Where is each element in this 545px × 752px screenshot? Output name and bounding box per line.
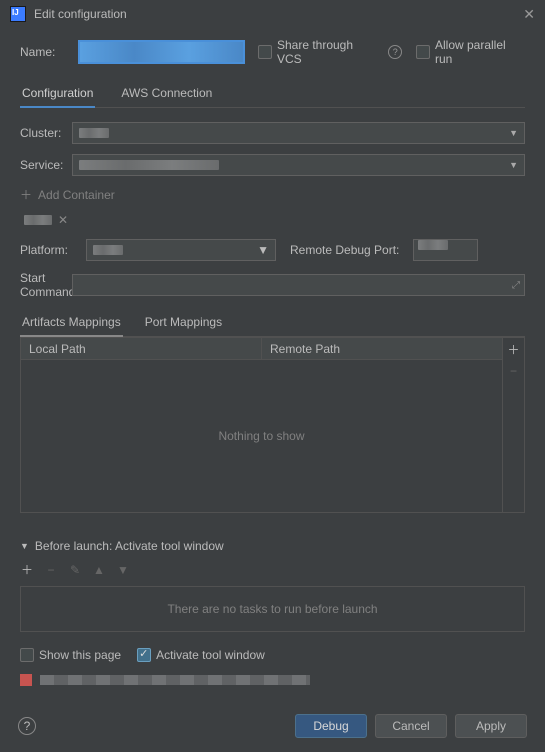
titlebar: Edit configuration ✕	[0, 0, 545, 28]
tab-configuration[interactable]: Configuration	[20, 80, 95, 108]
activate-window-checkbox[interactable]: Activate tool window	[137, 648, 265, 662]
allow-parallel-checkbox[interactable]: Allow parallel run	[416, 38, 525, 66]
before-launch-label: Before launch: Activate tool window	[35, 539, 224, 553]
task-list: There are no tasks to run before launch	[20, 586, 525, 632]
table-add-button[interactable]: ＋	[503, 338, 524, 360]
col-remote-path: Remote Path	[262, 338, 502, 359]
error-text	[40, 675, 310, 685]
cancel-button[interactable]: Cancel	[375, 714, 447, 738]
tab-port-mappings[interactable]: Port Mappings	[143, 309, 224, 336]
col-local-path: Local Path	[21, 338, 262, 359]
platform-dropdown[interactable]: ▼	[86, 239, 276, 261]
container-name	[24, 215, 52, 225]
show-page-label: Show this page	[39, 648, 121, 662]
close-icon[interactable]: ✕	[58, 213, 68, 227]
task-remove-button: −	[44, 563, 58, 577]
task-down-button: ▼	[116, 563, 130, 577]
window-title: Edit configuration	[34, 7, 523, 21]
task-up-button: ▲	[92, 563, 106, 577]
task-edit-button: ✎	[68, 563, 82, 577]
remote-port-input[interactable]	[413, 239, 478, 261]
main-tabs: Configuration AWS Connection	[20, 76, 525, 108]
mapping-tabs: Artifacts Mappings Port Mappings	[20, 309, 525, 337]
share-vcs-checkbox[interactable]: Share through VCS ?	[258, 38, 402, 66]
before-launch-toolbar: ＋ − ✎ ▲ ▼	[20, 561, 525, 578]
platform-label: Platform:	[20, 243, 72, 257]
share-vcs-box[interactable]	[258, 45, 272, 59]
show-page-box[interactable]	[20, 648, 34, 662]
name-input[interactable]	[79, 41, 244, 63]
close-icon[interactable]: ✕	[523, 6, 535, 23]
remote-port-value	[418, 240, 448, 250]
service-label: Service:	[20, 158, 72, 172]
activate-window-label: Activate tool window	[156, 648, 265, 662]
footer: ? Debug Cancel Apply	[0, 714, 545, 752]
share-vcs-label: Share through VCS	[277, 38, 379, 66]
before-launch-header[interactable]: ▼ Before launch: Activate tool window	[20, 539, 525, 553]
start-command-input[interactable]: ⤢	[72, 274, 525, 296]
task-empty-text: There are no tasks to run before launch	[167, 602, 377, 616]
table-remove-button: −	[503, 360, 524, 382]
cluster-dropdown[interactable]: ▼	[72, 122, 525, 144]
cluster-label: Cluster:	[20, 126, 72, 140]
chevron-down-icon: ▼	[509, 128, 518, 138]
tab-artifacts-mappings[interactable]: Artifacts Mappings	[20, 309, 123, 337]
tab-aws-connection[interactable]: AWS Connection	[119, 80, 214, 107]
service-dropdown[interactable]: ▼	[72, 154, 525, 176]
allow-parallel-box[interactable]	[416, 45, 430, 59]
add-container-button[interactable]: ＋ Add Container	[20, 186, 525, 203]
collapse-icon: ▼	[20, 541, 29, 551]
apply-button[interactable]: Apply	[455, 714, 527, 738]
platform-value	[93, 245, 123, 255]
mappings-table: Local Path Remote Path Nothing to show ＋…	[20, 337, 525, 513]
error-icon	[20, 674, 32, 686]
container-tab[interactable]: ✕	[20, 211, 72, 229]
show-page-checkbox[interactable]: Show this page	[20, 648, 121, 662]
debug-button[interactable]: Debug	[295, 714, 367, 738]
add-container-label: Add Container	[38, 188, 115, 202]
help-button[interactable]: ?	[18, 717, 36, 735]
cluster-value	[79, 128, 109, 138]
table-empty-text: Nothing to show	[21, 360, 502, 512]
name-label: Name:	[20, 45, 79, 59]
task-add-button[interactable]: ＋	[20, 561, 34, 578]
activate-window-box[interactable]	[137, 648, 151, 662]
app-icon	[10, 6, 26, 22]
help-icon[interactable]: ?	[388, 45, 402, 59]
chevron-down-icon: ▼	[257, 243, 269, 257]
service-value	[79, 160, 219, 170]
chevron-down-icon: ▼	[509, 160, 518, 170]
allow-parallel-label: Allow parallel run	[435, 38, 525, 66]
remote-port-label: Remote Debug Port:	[290, 243, 399, 257]
error-bar	[20, 674, 525, 686]
start-command-label: Start Command:	[20, 271, 72, 299]
expand-icon[interactable]: ⤢	[512, 280, 520, 291]
plus-icon: ＋	[20, 186, 32, 203]
